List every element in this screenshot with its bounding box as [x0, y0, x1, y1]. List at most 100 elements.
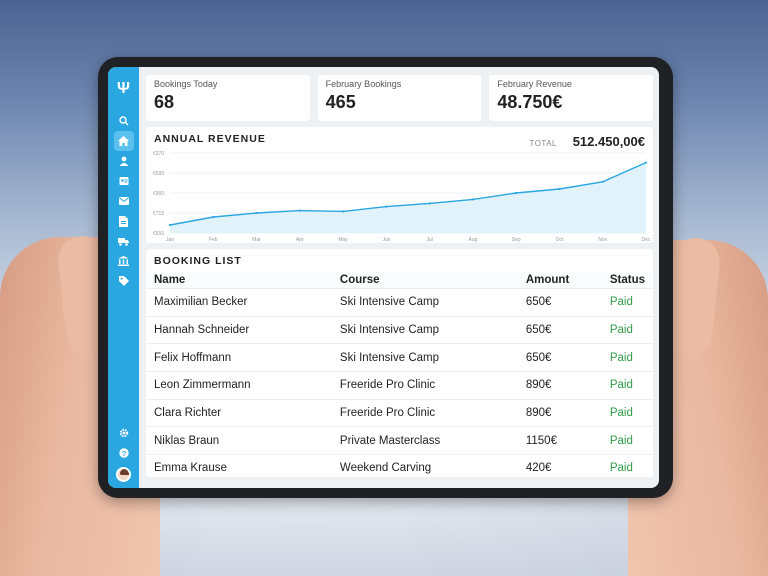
document-icon[interactable] — [114, 211, 134, 231]
cell-course: Ski Intensive Camp — [331, 343, 518, 372]
cell-status: Paid — [601, 371, 653, 400]
app-logo-icon[interactable]: Ψ — [117, 81, 130, 97]
booking-list-card: BOOKING LIST Name Course Amount Status M… — [146, 249, 653, 477]
x-tick-label: Dec — [642, 237, 651, 243]
search-icon[interactable] — [114, 111, 134, 131]
cell-course: Weekend Carving — [331, 454, 518, 477]
cell-course: Ski Intensive Camp — [331, 315, 518, 344]
cell-name: Leon Zimmermann — [146, 371, 332, 400]
x-tick-label: Aug — [468, 237, 477, 243]
kpi-label: Bookings Today — [154, 79, 218, 89]
truck-icon[interactable] — [114, 231, 134, 251]
data-point — [428, 202, 431, 205]
kpi-card-bookings-today: Bookings Today 68 — [146, 75, 310, 121]
column-header-amount[interactable]: Amount — [517, 272, 602, 289]
y-tick-label: €900 — [153, 191, 164, 197]
column-header-name[interactable]: Name — [146, 272, 332, 289]
tablet-device: Ψ ? Bookings Today 68 February Bookings … — [98, 57, 673, 498]
data-point — [212, 215, 215, 219]
y-tick-label: €650 — [153, 231, 164, 237]
y-tick-label: €595 — [153, 171, 164, 177]
tablet-screen: Ψ ? Bookings Today 68 February Bookings … — [108, 67, 659, 488]
cell-name: Niklas Braun — [146, 426, 332, 455]
table-row[interactable]: Felix Hoffmann Ski Intensive Camp 650€ Paid — [146, 343, 653, 372]
table-row[interactable]: Maximilian Becker Ski Intensive Camp 650€ P… — [146, 288, 653, 317]
table-row[interactable]: Leon Zimmermann Freeride Pro Clinic 890€ Pa… — [146, 371, 653, 400]
cell-amount: 1150€ — [517, 426, 602, 455]
kpi-card-february-bookings: February Bookings 465 — [317, 75, 482, 121]
y-tick-label: €715 — [153, 211, 164, 217]
x-tick-label: May — [338, 237, 348, 243]
kpi-value: 465 — [325, 92, 356, 112]
table-row[interactable]: Clara Richter Freeride Pro Clinic 890€ Paid — [146, 398, 653, 427]
cell-amount: 890€ — [517, 371, 602, 400]
x-tick-label: Mar — [252, 237, 261, 243]
x-tick-label: Sep — [512, 237, 521, 243]
bank-icon[interactable] — [114, 251, 134, 271]
x-tick-label: Oct — [556, 237, 564, 243]
contact-card-icon[interactable] — [114, 171, 134, 191]
x-tick-label: Apr — [296, 237, 304, 243]
cell-amount: 420€ — [517, 454, 602, 477]
cell-course: Ski Intensive Camp — [331, 288, 518, 317]
table-row[interactable]: Hannah Schneider Ski Intensive Camp 650€ Pa… — [146, 315, 653, 344]
cell-name: Maximilian Becker — [146, 288, 332, 317]
cell-status: Paid — [601, 454, 653, 477]
kpi-label: February Revenue — [497, 79, 572, 89]
annual-revenue-card: ANNUAL REVENUE TOTAL 512.450,00€ €650 €71… — [146, 127, 653, 243]
data-point — [644, 161, 648, 164]
cell-status: Paid — [601, 426, 653, 455]
cell-name: Emma Krause — [146, 454, 332, 477]
cell-course: Freeride Pro Clinic — [331, 371, 518, 400]
table-row[interactable]: Emma Krause Weekend Carving 420€ Paid — [146, 454, 653, 477]
x-tick-label: Feb — [209, 237, 218, 243]
cell-amount: 650€ — [517, 343, 602, 372]
cell-name: Clara Richter — [146, 398, 332, 427]
revenue-card-title: ANNUAL REVENUE — [154, 133, 266, 145]
cell-course: Private Masterclass — [331, 426, 518, 455]
cell-status: Paid — [601, 315, 653, 344]
data-point — [255, 211, 258, 215]
sidebar-nav — [113, 111, 134, 291]
cell-status: Paid — [601, 288, 653, 317]
main-content: Bookings Today 68 February Bookings 465 … — [146, 75, 654, 488]
x-tick-label: Jul — [426, 237, 432, 243]
cell-name: Felix Hoffmann — [146, 343, 332, 372]
table-header-row: Name Course Amount Status — [146, 272, 653, 289]
data-point — [515, 191, 518, 195]
user-avatar[interactable] — [116, 467, 131, 482]
sidebar-bottom: ? — [108, 425, 139, 482]
column-header-status[interactable]: Status — [601, 272, 653, 289]
cell-name: Hannah Schneider — [146, 315, 332, 344]
y-tick-label: €370 — [153, 151, 164, 157]
kpi-label: February Bookings — [325, 79, 402, 89]
kpi-row: Bookings Today 68 February Bookings 465 … — [146, 75, 654, 121]
kpi-value: 68 — [154, 92, 175, 112]
mail-icon[interactable] — [114, 191, 134, 211]
data-point — [168, 223, 172, 227]
cell-course: Freeride Pro Clinic — [331, 398, 518, 427]
help-icon[interactable]: ? — [114, 445, 134, 461]
data-point — [471, 198, 475, 201]
data-point — [558, 187, 561, 191]
tag-icon[interactable] — [114, 271, 134, 291]
user-icon[interactable] — [114, 151, 134, 171]
x-tick-label: Jan — [166, 237, 174, 243]
data-point — [298, 209, 301, 212]
cell-status: Paid — [601, 343, 653, 372]
gear-icon[interactable] — [114, 425, 134, 441]
revenue-chart: €650 €715 €900 €595 €370 Jan Feb Mar Apr May Jun Ju… — [153, 151, 651, 243]
home-icon[interactable] — [113, 131, 134, 151]
cell-amount: 650€ — [517, 315, 602, 344]
sidebar: Ψ ? — [108, 67, 139, 488]
kpi-card-february-revenue: February Revenue 48.750€ — [489, 75, 654, 121]
data-point — [601, 180, 604, 183]
svg-text:?: ? — [121, 449, 126, 458]
cell-amount: 650€ — [517, 288, 602, 317]
data-point — [385, 205, 388, 208]
booking-list-title: BOOKING LIST — [154, 255, 242, 267]
kpi-value: 48.750€ — [497, 92, 563, 112]
x-tick-label: Jun — [382, 237, 390, 243]
column-header-course[interactable]: Course — [331, 272, 518, 289]
table-row[interactable]: Niklas Braun Private Masterclass 1150€ Paid — [146, 426, 653, 455]
